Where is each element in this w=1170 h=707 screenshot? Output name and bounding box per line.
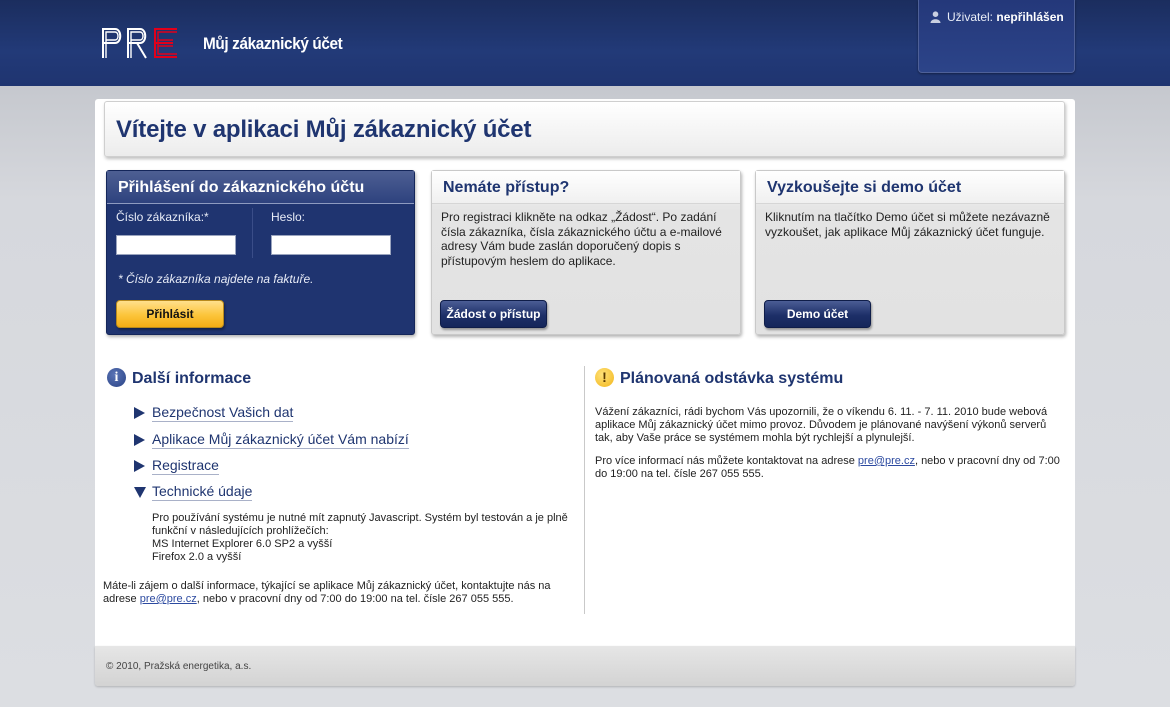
link-technical[interactable]: Technické údaje (152, 483, 253, 501)
more-info-title: Další informace (132, 370, 252, 387)
tech-line: Firefox 2.0 a vyšší (152, 551, 242, 563)
outage-title: Plánovaná odstávka systému (620, 370, 844, 387)
page-title: Vítejte v aplikaci Můj zákaznický účet (116, 116, 532, 143)
contact-email-link[interactable]: pre@pre.cz (140, 593, 197, 605)
user-status-line: Uživatel: nepřihlášen (930, 10, 1064, 26)
demo-title: Vyzkoušejte si demo účet (756, 171, 1064, 204)
tech-line: Pro používání systému je nutné mít zapnu… (152, 512, 568, 537)
triangle-down-icon (134, 487, 146, 498)
password-label: Heslo: (271, 210, 306, 224)
triangle-right-icon (134, 460, 145, 472)
user-status: nepřihlášen (996, 10, 1064, 24)
no-access-title: Nemáte přístup? (432, 171, 740, 204)
login-title: Přihlášení do zákaznického účtu (107, 171, 414, 204)
section-divider (584, 366, 585, 614)
outage-email-link[interactable]: pre@pre.cz (858, 455, 915, 467)
triangle-right-icon (134, 434, 145, 446)
demo-account-button[interactable]: Demo účet (764, 300, 871, 328)
contact-text: Máte-li zájem o další informace, týkajíc… (103, 580, 573, 606)
outage-paragraph: Vážení zákazníci, rádi bychom Vás upozor… (595, 406, 1048, 444)
top-header: Můj zákaznický účet Uživatel: nepřihláše… (0, 0, 1170, 86)
user-icon (930, 11, 941, 26)
warning-icon: ! (595, 368, 614, 387)
login-divider (252, 208, 253, 258)
app-title: Můj zákaznický účet (203, 34, 343, 53)
contact-text-end: , nebo v pracovní dny od 7:00 do 19:00 n… (196, 593, 514, 605)
customer-number-input[interactable] (116, 235, 236, 255)
login-button[interactable]: Přihlásit (116, 300, 224, 328)
tech-line: MS Internet Explorer 6.0 SP2 a vyšší (152, 538, 333, 550)
triangle-right-icon (134, 407, 145, 419)
info-icon: i (107, 368, 126, 387)
outage-contact: Pro více informací nás můžete kontaktova… (595, 455, 1065, 481)
customer-number-label: Číslo zákazníka:* (116, 210, 209, 224)
pre-logo[interactable] (101, 27, 179, 59)
demo-box: Vyzkoušejte si demo účet Kliknutím na tl… (755, 170, 1065, 335)
login-box: Přihlášení do zákaznického účtu Číslo zá… (106, 170, 415, 335)
link-offers[interactable]: Aplikace Můj zákaznický účet Vám nabízí (152, 431, 409, 449)
request-access-button[interactable]: Žádost o přístup (440, 300, 547, 328)
footer: © 2010, Pražská energetika, a.s. (95, 646, 1075, 686)
welcome-banner: Vítejte v aplikaci Můj zákaznický účet (104, 101, 1065, 157)
link-security[interactable]: Bezpečnost Vašich dat (152, 404, 294, 422)
no-access-box: Nemáte přístup? Pro registraci klikněte … (431, 170, 741, 335)
main-panel: Vítejte v aplikaci Můj zákaznický účet P… (95, 99, 1075, 646)
demo-text: Kliknutím na tlačítko Demo účet si můžet… (765, 210, 1050, 239)
user-label: Uživatel: (947, 10, 994, 24)
copyright: © 2010, Pražská energetika, a.s. (106, 661, 252, 672)
customer-number-hint: * Číslo zákazníka najdete na faktuře. (118, 272, 314, 286)
password-input[interactable] (271, 235, 391, 255)
technical-details: Pro používání systému je nutné mít zapnu… (152, 512, 582, 564)
outage-contact-start: Pro více informací nás můžete kontaktova… (595, 455, 858, 467)
user-box: Uživatel: nepřihlášen (918, 0, 1075, 73)
no-access-text: Pro registraci klikněte na odkaz „Žádost… (441, 210, 722, 268)
link-registration[interactable]: Registrace (152, 457, 219, 475)
